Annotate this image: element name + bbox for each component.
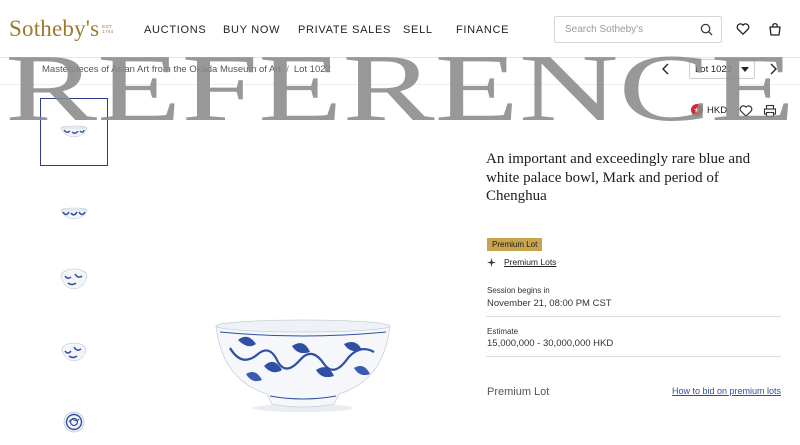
session-label: Session begins in bbox=[487, 286, 550, 295]
search-box[interactable] bbox=[554, 16, 722, 43]
bowl-side-thumbnail bbox=[60, 125, 88, 138]
nav-finance[interactable]: FINANCE bbox=[456, 24, 509, 36]
divider bbox=[486, 356, 781, 357]
divider bbox=[0, 84, 800, 85]
search-input[interactable] bbox=[555, 17, 695, 42]
thumbnail-5[interactable] bbox=[40, 388, 108, 445]
nav-auctions[interactable]: AUCTIONS bbox=[144, 24, 206, 36]
site-header: Sotheby's EST 1744 AUCTIONS BUY NOW PRIV… bbox=[0, 0, 800, 58]
hong-kong-flag-icon bbox=[691, 104, 703, 116]
currency-label: HKD bbox=[707, 104, 728, 116]
breadcrumb-auction-link[interactable]: Masterpieces of Asian Art from the Okada… bbox=[42, 64, 281, 75]
logo-established: EST 1744 bbox=[102, 24, 113, 34]
premium-lots-link[interactable]: Premium Lots bbox=[487, 257, 556, 267]
bag-icon[interactable] bbox=[768, 22, 782, 36]
logo-est-year: 1744 bbox=[102, 29, 114, 34]
bowl-interior-thumbnail bbox=[61, 342, 87, 362]
estimate-label: Estimate bbox=[487, 327, 519, 336]
lot-title: An important and exceedingly rare blue a… bbox=[486, 151, 751, 204]
thumbnail-4[interactable] bbox=[40, 318, 108, 386]
thumbnail-3[interactable] bbox=[40, 245, 108, 313]
nav-private-sales[interactable]: PRIVATE SALES bbox=[298, 24, 391, 36]
thumbnail-1[interactable] bbox=[40, 98, 108, 166]
premium-lot-text: Premium Lot bbox=[487, 386, 550, 398]
chevron-down-icon bbox=[741, 67, 749, 72]
session-value: November 21, 08:00 PM CST bbox=[487, 298, 612, 309]
how-to-bid-link[interactable]: How to bid on premium lots bbox=[672, 386, 781, 396]
lot-main-image[interactable] bbox=[212, 318, 394, 414]
lot-selector-value: Lot 1022 bbox=[695, 64, 732, 75]
chevron-right-icon[interactable] bbox=[766, 62, 780, 76]
nav-buy-now[interactable]: BUY NOW bbox=[223, 24, 280, 36]
diamond-sparkle-icon bbox=[487, 257, 496, 267]
breadcrumb-current: Lot 1022 bbox=[293, 64, 331, 75]
search-icon[interactable] bbox=[700, 23, 713, 36]
premium-lots-label: Premium Lots bbox=[504, 257, 557, 267]
thumbnail-2[interactable] bbox=[40, 180, 108, 248]
premium-lot-badge: Premium Lot bbox=[487, 238, 543, 251]
estimate-value: 15,000,000 - 30,000,000 HKD bbox=[487, 338, 614, 349]
sothebys-logo[interactable]: Sotheby's EST 1744 bbox=[9, 16, 114, 42]
nav-sell[interactable]: SELL bbox=[403, 24, 433, 36]
chevron-left-icon[interactable] bbox=[659, 62, 673, 76]
logo-wordmark: Sotheby's bbox=[9, 16, 100, 41]
print-icon[interactable] bbox=[763, 104, 777, 118]
bowl-interior-thumbnail bbox=[60, 268, 88, 290]
breadcrumb: Masterpieces of Asian Art from the Okada… bbox=[42, 64, 331, 75]
divider bbox=[486, 316, 781, 317]
breadcrumb-separator: / bbox=[286, 64, 289, 75]
bowl-side-thumbnail bbox=[60, 207, 88, 220]
heart-icon[interactable] bbox=[736, 22, 750, 36]
lot-selector[interactable]: Lot 1022 bbox=[689, 59, 755, 79]
currency-selector[interactable]: HKD bbox=[691, 104, 727, 116]
bowl-base-thumbnail bbox=[63, 411, 85, 433]
heart-icon[interactable] bbox=[739, 104, 753, 118]
